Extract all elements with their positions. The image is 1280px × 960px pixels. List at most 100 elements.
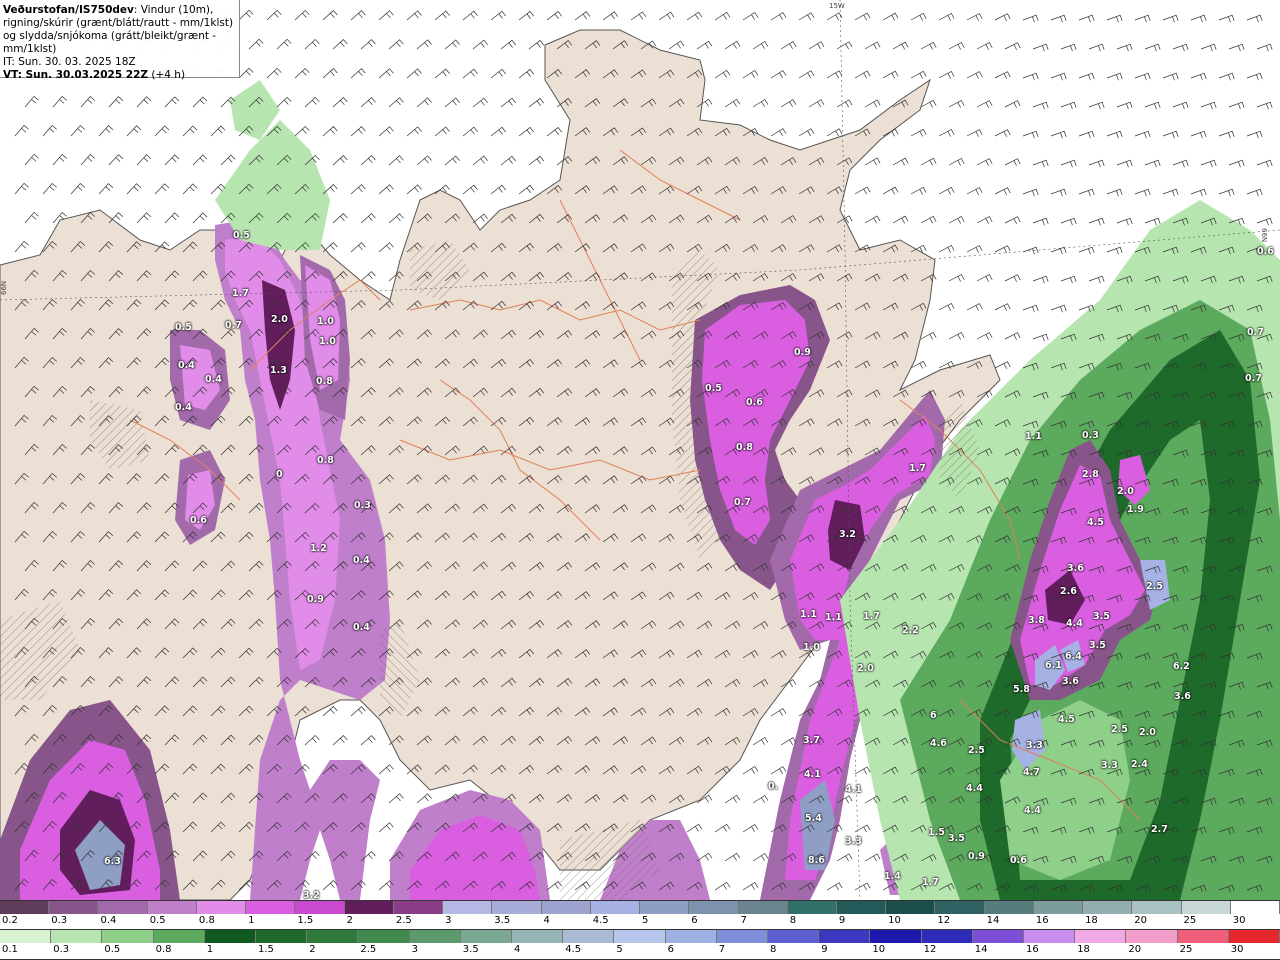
- rain_legend-swatch: [1075, 930, 1127, 943]
- snow_legend-swatch: [689, 901, 739, 914]
- precip-value-label: 5.8: [1013, 684, 1030, 695]
- snow_legend-label: 16: [1035, 915, 1049, 926]
- rain_legend-label: 30: [1230, 944, 1244, 955]
- precip-value-label: 1.7: [922, 877, 939, 888]
- precip-value-label: 4.6: [930, 738, 947, 749]
- snow_legend-swatch: [295, 901, 345, 914]
- rain_legend-swatch: [512, 930, 564, 943]
- snow_legend-label: 14: [986, 915, 1000, 926]
- precip-value-label: 0.4: [353, 622, 370, 633]
- snow_legend-label: 7: [740, 915, 747, 926]
- rain_legend-swatch: [716, 930, 769, 943]
- precip-value-label: 1.4: [884, 871, 901, 882]
- precip-value-label: 0.3: [354, 500, 371, 511]
- precip-value-label: 2.8: [1082, 469, 1099, 480]
- rain_legend-label: 25: [1179, 944, 1193, 955]
- precip-value-label: 1.1: [825, 612, 842, 623]
- rain_legend-swatch: [614, 930, 666, 943]
- precip-value-label: 1.0: [317, 316, 334, 327]
- rain_legend-label: 8: [770, 944, 777, 955]
- rain_legend-label: 0.8: [155, 944, 172, 955]
- snow_legend-swatch: [196, 901, 247, 914]
- snow-legend-labels: 0.2 0.3 0.4 0.5 0.8 1 1.5 2 2.5 3 3.5 4 4.5 5 6 7 8 9 10 12…: [0, 915, 1280, 929]
- precip-value-label: 4.5: [1087, 517, 1104, 528]
- rain_legend-label: 18: [1077, 944, 1090, 955]
- precip-value-label: 2.2: [902, 625, 919, 636]
- precip-value-label: 1.7: [232, 288, 249, 299]
- precip-value-label: 0.4: [353, 555, 370, 566]
- snow_legend-label: 0.4: [100, 915, 117, 926]
- precip-value-label: 1.7: [863, 611, 880, 622]
- precip-value-label: 1.2: [310, 543, 327, 554]
- rain_legend-label: 6: [667, 944, 674, 955]
- weather-map: [0, 0, 1280, 900]
- precip-value-label: 3.5: [1089, 640, 1106, 651]
- snow_legend-swatch: [98, 901, 148, 914]
- rain_legend-label: 0.5: [104, 944, 121, 955]
- rain-legend: 0.1 0.3 0.5 0.8 1 1.5 2 2.5 3 3.5 4 4.5 5 6 7 8 9 10 12 14 1…: [0, 929, 1280, 960]
- snow_legend-label: 12: [937, 915, 951, 926]
- snow_legend-swatch: [836, 901, 887, 914]
- rain_legend-label: 12: [923, 944, 937, 955]
- rain_legend-swatch: [102, 930, 154, 943]
- precip-value-label: 0.4: [175, 402, 192, 413]
- precip-value-label: 2.0: [1117, 486, 1134, 497]
- snow-legend-swatches: [0, 901, 1280, 914]
- rain_legend-label: 2: [309, 944, 316, 955]
- snow_legend-label: 1: [248, 915, 255, 926]
- snow_legend-label: 18: [1085, 915, 1098, 926]
- snow_legend-swatch: [1033, 901, 1084, 914]
- precip-value-label: 3.6: [1067, 563, 1084, 574]
- snow_legend-swatch: [1132, 901, 1182, 914]
- precip-value-label: 3.5: [948, 833, 965, 844]
- precip-value-label: 0.6: [190, 515, 207, 526]
- precip-value-label: 0.9: [968, 851, 985, 862]
- snow_legend-swatch: [590, 901, 641, 914]
- snow_legend-swatch: [738, 901, 788, 914]
- valid-offset: (+4 h): [151, 69, 186, 81]
- precip-value-label: 6.3: [104, 856, 121, 867]
- snow_legend-label: 1.5: [297, 915, 314, 926]
- rain_legend-label: 5: [616, 944, 623, 955]
- precip-value-label: 4.4: [1066, 618, 1083, 629]
- snow_legend-label: 6: [691, 915, 698, 926]
- rain_legend-label: 10: [872, 944, 886, 955]
- rain_legend-swatch: [1024, 930, 1076, 943]
- precip-value-label: 3.3: [1101, 760, 1118, 771]
- precip-value-label: 0.6: [746, 397, 763, 408]
- snow_legend-swatch: [935, 901, 985, 914]
- precip-value-label: 3.3: [1026, 740, 1043, 751]
- snow_legend-swatch: [443, 901, 493, 914]
- precip-value-label: 1.1: [800, 609, 817, 620]
- rain_legend-label: 3: [411, 944, 418, 955]
- snow_legend-label: 4.5: [592, 915, 609, 926]
- precip-value-label: 0.8: [736, 442, 753, 453]
- snow_legend-swatch: [787, 901, 837, 914]
- rain_legend-swatch: [1228, 930, 1280, 943]
- snow_legend-label: 5: [642, 915, 649, 926]
- precip-value-label: 0.9: [794, 347, 811, 358]
- precip-value-label: 6.4: [1065, 651, 1082, 662]
- rain_legend-label: 4.5: [565, 944, 582, 955]
- rain_legend-label: 0.1: [2, 944, 18, 955]
- precip-value-label: 2.4: [1131, 759, 1148, 770]
- precip-value-label: 3.3: [845, 836, 862, 847]
- precip-value-label: 2.5: [1111, 724, 1128, 735]
- precip-value-label: 2.5: [1146, 581, 1163, 592]
- precip-value-label: 3.8: [1028, 615, 1045, 626]
- snow_legend-label: 3.5: [494, 915, 511, 926]
- lat-66n-left-label: 66N: [0, 280, 8, 295]
- precip-value-label: 0.: [768, 781, 779, 792]
- rain_legend-swatch: [972, 930, 1025, 943]
- rain_legend-swatch: [307, 930, 359, 943]
- snow_legend-swatch: [147, 901, 197, 914]
- snow_legend-swatch: [0, 901, 50, 914]
- precip-value-label: 1.0: [319, 336, 336, 347]
- snow_legend-swatch: [1083, 901, 1133, 914]
- rain_legend-swatch: [1177, 930, 1229, 943]
- snow_legend-swatch: [49, 901, 99, 914]
- precip-value-label: 0.7: [1245, 373, 1262, 384]
- precip-value-label: 3.6: [1062, 676, 1079, 687]
- snow_legend-swatch: [886, 901, 936, 914]
- snow_legend-swatch: [1230, 901, 1280, 914]
